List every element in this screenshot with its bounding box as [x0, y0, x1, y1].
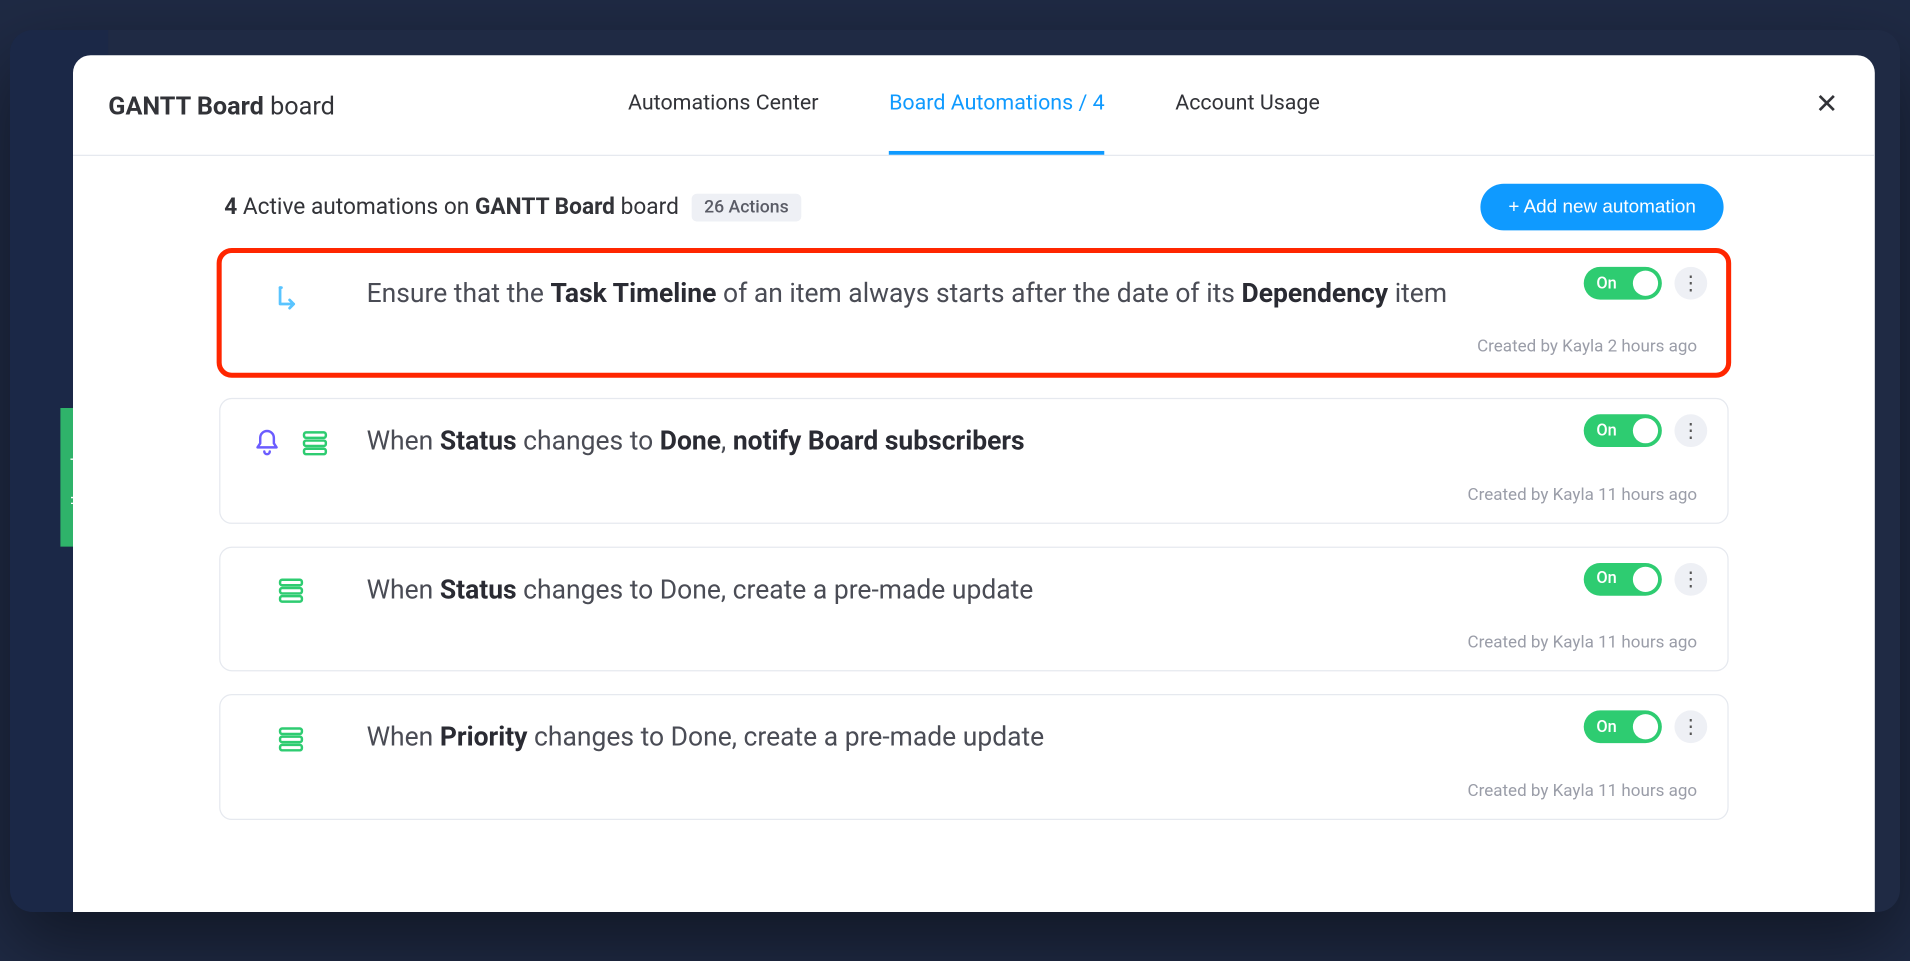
- automation-card[interactable]: On ⋮ When Status changes to Done, create a…: [219, 546, 1728, 671]
- board-name-inline: GANTT Board: [475, 194, 615, 220]
- created-by-text: Created by Kayla 2 hours ago: [251, 337, 1697, 357]
- automation-description: When Status changes to Done, notify Boar…: [367, 425, 1025, 462]
- card-body: When Status changes to Done, notify Boar…: [251, 425, 1697, 462]
- tab-account-usage[interactable]: Account Usage: [1175, 55, 1320, 155]
- automation-description: When Status changes to Done, create a pr…: [367, 573, 1034, 610]
- kebab-menu-icon[interactable]: ⋮: [1674, 267, 1707, 300]
- card-body: When Status changes to Done, create a pr…: [251, 573, 1697, 610]
- toggle-on[interactable]: On: [1584, 563, 1662, 596]
- card-body: When Priority changes to Done, create a …: [251, 721, 1697, 758]
- card-icons: [251, 575, 332, 608]
- automation-card[interactable]: On ⋮ Ensure that the Task Timeline of an i…: [219, 251, 1728, 376]
- header-tabs: Automations Center Board Automations / 4…: [628, 55, 1320, 155]
- active-count-text: 4 Active automations on GANTT Board boar…: [224, 193, 801, 221]
- automation-description: When Priority changes to Done, create a …: [367, 721, 1045, 758]
- add-automation-button[interactable]: + Add new automation: [1481, 184, 1724, 231]
- toggle-on[interactable]: On: [1584, 267, 1662, 300]
- created-by-text: Created by Kayla 11 hours ago: [251, 780, 1697, 800]
- card-controls: On ⋮: [1584, 563, 1707, 596]
- bell-icon: [251, 427, 284, 460]
- board-suffix: board: [270, 90, 335, 120]
- tab-automations-center[interactable]: Automations Center: [628, 55, 819, 155]
- status-icon: [275, 575, 308, 608]
- kebab-menu-icon[interactable]: ⋮: [1674, 415, 1707, 448]
- app-background: Upgrade GANTT Board board Automations Ce…: [10, 30, 1900, 912]
- card-icons: [251, 427, 332, 460]
- board-name: GANTT Board: [108, 90, 264, 120]
- toggle-on[interactable]: On: [1584, 415, 1662, 448]
- dependency-icon: [275, 279, 308, 312]
- automations-list: On ⋮ Ensure that the Task Timeline of an i…: [73, 243, 1875, 845]
- automation-card[interactable]: On ⋮ When Priority changes to Done, create…: [219, 694, 1728, 819]
- card-icons: [251, 723, 332, 756]
- created-by-text: Created by Kayla 11 hours ago: [251, 632, 1697, 652]
- tab-board-automations[interactable]: Board Automations / 4: [889, 55, 1105, 155]
- status-icon: [299, 427, 332, 460]
- automation-description: Ensure that the Task Timeline of an item…: [367, 277, 1447, 314]
- card-icons: [251, 279, 332, 312]
- automation-card[interactable]: On ⋮ When Status changes to Done, notify B…: [219, 398, 1728, 523]
- active-count: 4: [224, 194, 237, 220]
- status-icon: [275, 723, 308, 756]
- close-button[interactable]: ✕: [1807, 85, 1847, 125]
- card-body: Ensure that the Task Timeline of an item…: [251, 277, 1697, 314]
- subheader: 4 Active automations on GANTT Board boar…: [73, 156, 1875, 243]
- card-controls: On ⋮: [1584, 415, 1707, 448]
- kebab-menu-icon[interactable]: ⋮: [1674, 711, 1707, 744]
- close-icon: ✕: [1815, 89, 1838, 121]
- card-controls: On ⋮: [1584, 267, 1707, 300]
- automations-modal: GANTT Board board Automations Center Boa…: [73, 55, 1875, 912]
- created-by-text: Created by Kayla 11 hours ago: [251, 485, 1697, 505]
- card-controls: On ⋮: [1584, 711, 1707, 744]
- toggle-on[interactable]: On: [1584, 711, 1662, 744]
- kebab-menu-icon[interactable]: ⋮: [1674, 563, 1707, 596]
- modal-header: GANTT Board board Automations Center Boa…: [73, 55, 1875, 156]
- board-title: GANTT Board board: [108, 90, 335, 120]
- actions-chip: 26 Actions: [691, 193, 801, 221]
